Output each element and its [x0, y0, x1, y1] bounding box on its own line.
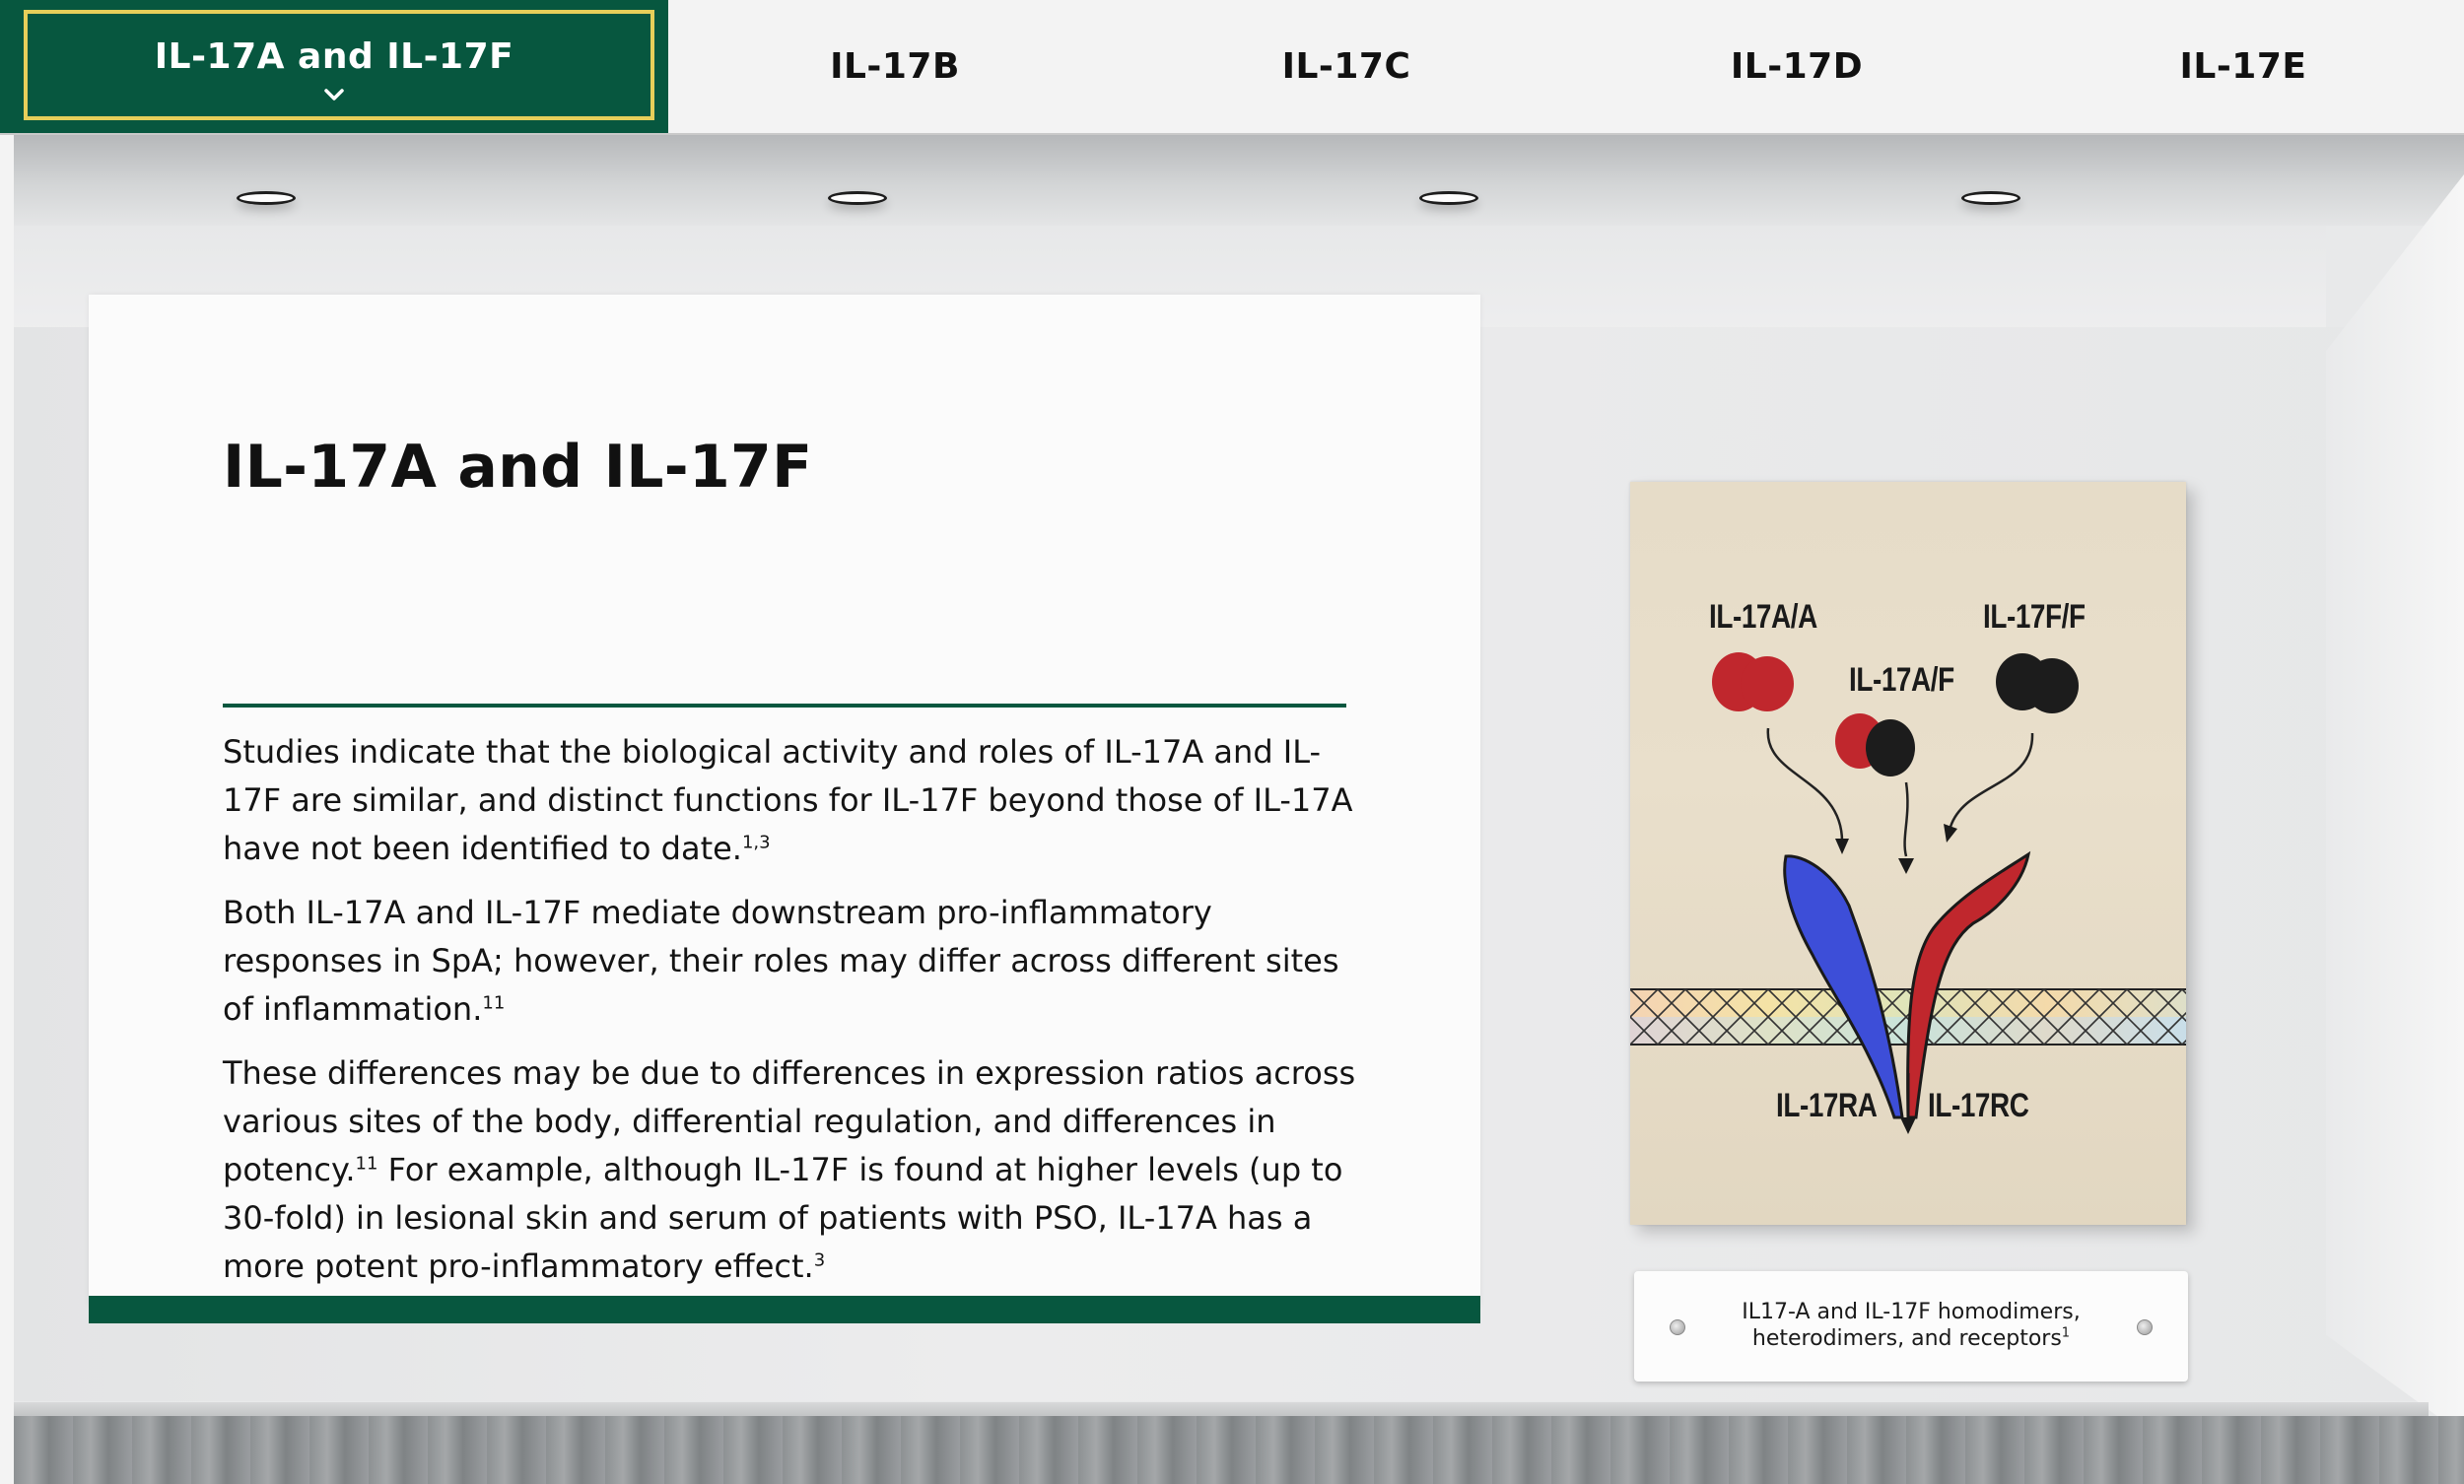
- title-divider: [223, 704, 1346, 708]
- tab-label: IL-17B: [830, 46, 960, 87]
- reference-superscript: 11: [355, 1153, 378, 1175]
- label-il17ra: IL-17RA: [1776, 1087, 1878, 1124]
- il17f-homodimer-shape: [1996, 653, 2079, 713]
- signal-arrowhead: [1900, 1117, 1916, 1134]
- il17a-homodimer-shape: [1712, 652, 1794, 711]
- label-il17rc: IL-17RC: [1928, 1087, 2029, 1124]
- label-il17ff: IL-17F/F: [1983, 598, 2086, 636]
- ceiling-light-icon: [1961, 191, 2020, 205]
- ceiling-light-icon: [1419, 191, 1478, 205]
- reference-superscript: 11: [482, 992, 506, 1014]
- paragraph-text: Both IL-17A and IL-17F mediate downstrea…: [223, 894, 1339, 1028]
- diagram-poster: IL-17A/A IL-17F/F IL-17A/F IL-17RA IL-17…: [1630, 482, 2186, 1225]
- floor: [14, 1416, 2464, 1484]
- tab-label: IL-17E: [2179, 46, 2307, 87]
- tab-bar: IL-17A and IL-17F IL-17B IL-17C IL-17D I…: [0, 0, 2464, 135]
- tab-label: IL-17C: [1281, 46, 1411, 87]
- reference-superscript: 3: [813, 1249, 826, 1271]
- chevron-down-icon: [324, 89, 344, 101]
- label-il17af: IL-17A/F: [1849, 661, 1954, 699]
- label-il17aa: IL-17A/A: [1709, 598, 1817, 636]
- tab-il17c[interactable]: IL-17C: [1122, 0, 1571, 133]
- side-wall: [2326, 174, 2464, 1436]
- ceiling: [14, 135, 2464, 226]
- paragraph: Studies indicate that the biological act…: [223, 728, 1356, 873]
- caption-text: IL17-A and IL-17F homodimers, heterodime…: [1713, 1299, 2109, 1352]
- tab-label: IL-17A and IL-17F: [154, 36, 514, 77]
- gallery-room: IL-17A and IL-17F Studies indicate that …: [14, 135, 2464, 1484]
- il17af-heterodimer-shape: [1835, 713, 1915, 776]
- paragraph-text: Studies indicate that the biological act…: [223, 733, 1353, 867]
- reference-superscript: 1,3: [741, 832, 771, 853]
- ceiling-light-icon: [237, 191, 296, 205]
- caption-label: IL17-A and IL-17F homodimers, heterodime…: [1742, 1300, 2081, 1351]
- reference-superscript: 1: [2061, 1325, 2071, 1341]
- ceiling-light-icon: [828, 191, 887, 205]
- tab-il17a-il17f[interactable]: IL-17A and IL-17F: [0, 0, 668, 133]
- info-panel: IL-17A and IL-17F Studies indicate that …: [89, 295, 1480, 1323]
- paragraph-text: For example, although IL-17F is found at…: [223, 1151, 1343, 1285]
- tab-il17d[interactable]: IL-17D: [1571, 0, 2022, 133]
- il17ra-receptor-shape: [1783, 854, 1904, 1119]
- tab-il17b[interactable]: IL-17B: [668, 0, 1122, 133]
- screw-icon: [2137, 1319, 2153, 1335]
- panel-title: IL-17A and IL-17F: [223, 433, 813, 502]
- arrowheads: [1835, 824, 1957, 874]
- tab-label: IL-17D: [1730, 46, 1864, 87]
- paragraph: These differences may be due to differen…: [223, 1049, 1356, 1291]
- il17-diagram: [1630, 652, 2186, 1134]
- tab-il17e[interactable]: IL-17E: [2022, 0, 2464, 133]
- caption-plaque: IL17-A and IL-17F homodimers, heterodime…: [1634, 1271, 2188, 1382]
- panel-accent-bar: [89, 1296, 1480, 1323]
- panel-body: Studies indicate that the biological act…: [223, 728, 1356, 1307]
- paragraph: Both IL-17A and IL-17F mediate downstrea…: [223, 889, 1356, 1034]
- il17rc-receptor-shape: [1906, 850, 2031, 1119]
- screw-icon: [1670, 1319, 1685, 1335]
